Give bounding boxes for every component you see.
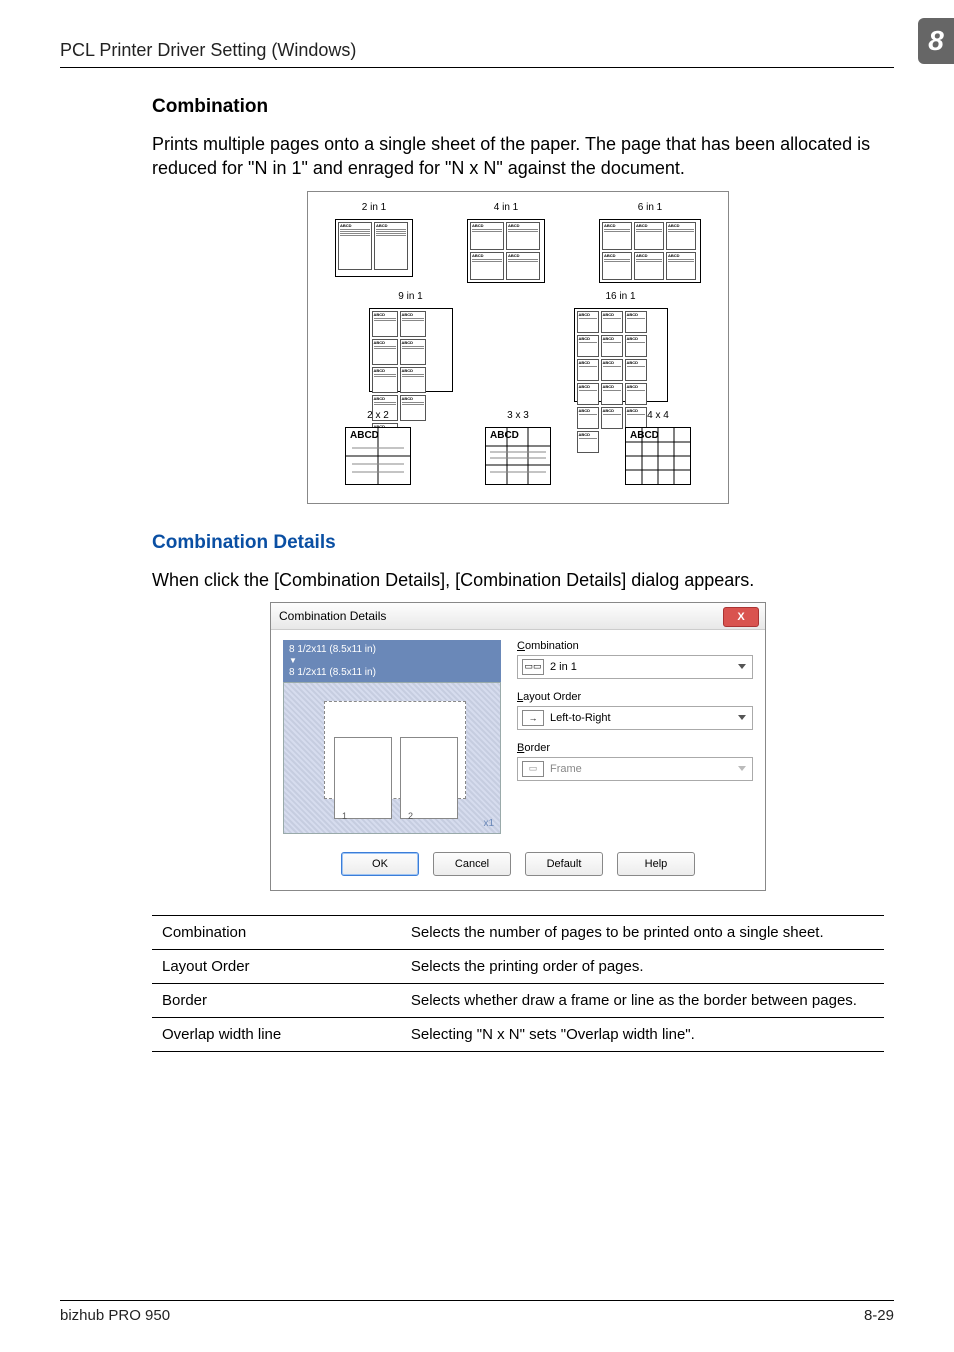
- field-layout: Layout Order → Left-to-Right: [517, 691, 753, 730]
- illus-16in1: 16 in 1 ABCD ABCD ABCD ABCD ABCD ABCD AB…: [574, 291, 668, 402]
- defs-val: Selecting "N x N" sets "Overlap width li…: [401, 1018, 884, 1052]
- illus-sheet: ABCD ABCD ABCD ABCD ABCD ABCD ABCD ABCD …: [574, 308, 668, 402]
- preview-area: 1 2 x1: [283, 682, 501, 834]
- border-value: Frame: [550, 763, 582, 775]
- illus-label: 9 in 1: [398, 291, 422, 302]
- dialog-preview-pane: 8 1/2x11 (8.5x11 in) ▼ 8 1/2x11 (8.5x11 …: [283, 640, 501, 834]
- illus-sheet: ABCD: [625, 427, 691, 485]
- default-button[interactable]: Default: [525, 852, 603, 876]
- illus-label: 2 x 2: [367, 410, 389, 421]
- layout-order-dropdown[interactable]: → Left-to-Right: [517, 706, 753, 730]
- combination-details-dialog: Combination Details X 8 1/2x11 (8.5x11 i…: [270, 602, 766, 891]
- section-body-details: When click the [Combination Details], [C…: [152, 568, 884, 592]
- paper-info: 8 1/2x11 (8.5x11 in) ▼ 8 1/2x11 (8.5x11 …: [283, 640, 501, 682]
- illus-2x2: 2 x 2 ABCD: [345, 410, 411, 485]
- border-dropdown[interactable]: ▭ Frame: [517, 757, 753, 781]
- frame-icon: ▭: [522, 761, 544, 777]
- dialog-buttons: OK Cancel Default Help: [271, 842, 765, 890]
- illus-4in1: 4 in 1 ABCD ABCD ABCD ABCD: [467, 202, 545, 283]
- content: Combination Prints multiple pages onto a…: [152, 96, 884, 1052]
- footer-right: 8-29: [864, 1307, 894, 1324]
- illus-sheet: ABCD ABCD: [335, 219, 413, 277]
- section-body-combination: Prints multiple pages onto a single shee…: [152, 132, 884, 181]
- illus-sheet: ABCD: [485, 427, 551, 485]
- table-row: Overlap width lineSelecting "N x N" sets…: [152, 1018, 884, 1052]
- field-combination: Combination ▭▭ 2 in 1: [517, 640, 753, 679]
- dialog-title-text: Combination Details: [279, 609, 386, 623]
- combination-icon: ▭▭: [522, 659, 544, 675]
- illus-label: 6 in 1: [638, 202, 662, 213]
- illus-2in1: 2 in 1 ABCD ABCD: [335, 202, 413, 283]
- illus-label: 2 in 1: [362, 202, 386, 213]
- illus-sheet: ABCD ABCD ABCD ABCD ABCD ABCD: [599, 219, 701, 283]
- page: 8 PCL Printer Driver Setting (Windows) C…: [0, 0, 954, 1352]
- cancel-button[interactable]: Cancel: [433, 852, 511, 876]
- illus-label: 4 x 4: [647, 410, 669, 421]
- defs-val: Selects whether draw a frame or line as …: [401, 984, 884, 1018]
- illus-row-1: 2 in 1 ABCD ABCD 4 in 1 ABCD ABCD ABCD A…: [308, 202, 728, 283]
- defs-key: Layout Order: [152, 950, 401, 984]
- grid-lines-icon: [346, 428, 410, 484]
- help-button[interactable]: Help: [617, 852, 695, 876]
- illus-sheet: ABCD: [345, 427, 411, 485]
- illus-sheet: ABCD ABCD ABCD ABCD ABCD ABCD ABCD ABCD …: [369, 308, 453, 392]
- illus-4x4: 4 x 4 ABCD: [625, 410, 691, 485]
- grid-lines-icon: [626, 428, 690, 484]
- field-label: Layout Order: [517, 691, 753, 703]
- defs-key: Combination: [152, 916, 401, 950]
- defs-val: Selects the number of pages to be printe…: [401, 916, 884, 950]
- zoom-label: x1: [483, 818, 494, 829]
- preview-page-num: 2: [408, 811, 413, 821]
- table-row: Layout OrderSelects the printing order o…: [152, 950, 884, 984]
- chapter-tab: 8: [918, 18, 954, 64]
- close-icon: X: [737, 611, 744, 623]
- illus-sheet: ABCD ABCD ABCD ABCD: [467, 219, 545, 283]
- arrow-right-icon: →: [522, 710, 544, 726]
- combination-dropdown[interactable]: ▭▭ 2 in 1: [517, 655, 753, 679]
- illus-6in1: 6 in 1 ABCD ABCD ABCD ABCD ABCD ABCD: [599, 202, 701, 283]
- preview-page-2: [400, 737, 458, 819]
- illus-3x3: 3 x 3 ABCD: [485, 410, 551, 485]
- paper-from: 8 1/2x11 (8.5x11 in): [289, 643, 495, 656]
- definitions-table: CombinationSelects the number of pages t…: [152, 915, 884, 1052]
- combination-value: 2 in 1: [550, 661, 577, 673]
- combination-illustration: 2 in 1 ABCD ABCD 4 in 1 ABCD ABCD ABCD A…: [307, 191, 729, 504]
- preview-page-num: 1: [342, 811, 347, 821]
- table-row: CombinationSelects the number of pages t…: [152, 916, 884, 950]
- illus-row-2: 9 in 1 ABCD ABCD ABCD ABCD ABCD ABCD ABC…: [308, 291, 728, 402]
- dialog-body: 8 1/2x11 (8.5x11 in) ▼ 8 1/2x11 (8.5x11 …: [271, 630, 765, 842]
- layout-value: Left-to-Right: [550, 712, 611, 724]
- header-title: PCL Printer Driver Setting (Windows): [60, 40, 356, 61]
- illus-label: 3 x 3: [507, 410, 529, 421]
- paper-to: 8 1/2x11 (8.5x11 in): [289, 666, 495, 679]
- field-border: Border ▭ Frame: [517, 742, 753, 781]
- page-footer: bizhub PRO 950 8-29: [60, 1300, 894, 1324]
- illus-label: 4 in 1: [494, 202, 518, 213]
- defs-key: Overlap width line: [152, 1018, 401, 1052]
- section-heading-details: Combination Details: [152, 532, 884, 554]
- ok-button[interactable]: OK: [341, 852, 419, 876]
- field-label: Border: [517, 742, 753, 754]
- illus-row-3: 2 x 2 ABCD 3 x 3 ABCD: [308, 410, 728, 485]
- field-label: Combination: [517, 640, 753, 652]
- close-button[interactable]: X: [723, 607, 759, 627]
- illus-label: 16 in 1: [605, 291, 635, 302]
- chevron-down-icon: [738, 766, 746, 771]
- footer-left: bizhub PRO 950: [60, 1307, 170, 1324]
- illus-9in1: 9 in 1 ABCD ABCD ABCD ABCD ABCD ABCD ABC…: [369, 291, 453, 402]
- grid-lines-icon: [486, 428, 550, 484]
- chapter-number: 8: [928, 25, 944, 57]
- section-heading-combination: Combination: [152, 96, 884, 118]
- table-row: BorderSelects whether draw a frame or li…: [152, 984, 884, 1018]
- defs-val: Selects the printing order of pages.: [401, 950, 884, 984]
- chevron-down-icon: [738, 664, 746, 669]
- dialog-titlebar: Combination Details X: [271, 603, 765, 630]
- preview-page-1: [334, 737, 392, 819]
- page-header: PCL Printer Driver Setting (Windows): [60, 40, 894, 68]
- defs-key: Border: [152, 984, 401, 1018]
- dialog-fields: Combination ▭▭ 2 in 1 Layout Order → Lef…: [517, 640, 753, 834]
- chevron-down-icon: [738, 715, 746, 720]
